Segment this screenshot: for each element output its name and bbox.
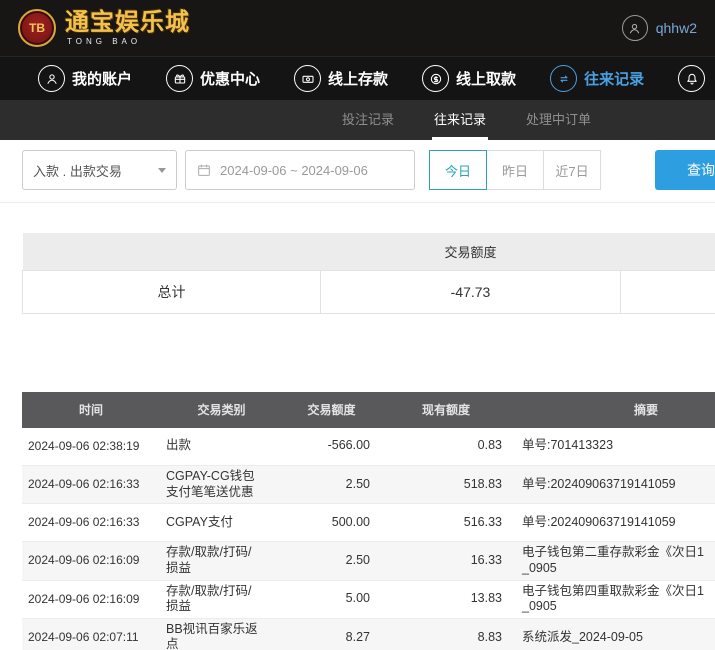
cell-type: CGPAY-CG钱包 支付笔笔送优惠: [160, 465, 283, 505]
nav-item-label: 优惠中心: [200, 71, 261, 88]
bell-icon: [678, 65, 706, 92]
cell-type: CGPAY支付: [160, 503, 283, 543]
table-row: 2024-09-06 02:16:09 存款/取款/打码/ 损益 2.50 16.33…: [22, 541, 715, 581]
cell-amount: 5.00: [283, 580, 380, 619]
summary-header-label: 交易额度: [320, 233, 621, 270]
search-button[interactable]: 查询: [655, 150, 715, 190]
user-icon: [38, 65, 65, 92]
quick-date-buttons: 今日 昨日 近7日: [429, 150, 601, 190]
selected-type-value: 入款 . 出款交易: [33, 163, 122, 179]
column-header: 交易额度: [283, 391, 380, 428]
column-header: 现有额度: [380, 391, 512, 428]
summary-header-spacer: [620, 233, 715, 270]
nav-item-label: 线上存款: [328, 71, 389, 88]
summary-header-row: 交易额度: [22, 233, 715, 270]
filter-bar: 入款 . 出款交易 2024-09-06 ~ 2024-09-06 今日 昨日 …: [0, 140, 715, 203]
user-avatar-icon: [621, 15, 648, 41]
sub-tabbar: 投注记录 往来记录 处理中订单: [0, 100, 715, 140]
cell-time: 2024-09-06 02:16:09: [22, 580, 160, 619]
cell-balance: 0.83: [380, 427, 512, 466]
cell-time: 2024-09-06 02:16:33: [22, 503, 160, 543]
column-header: 交易类别: [160, 391, 283, 428]
nav-item-notifications[interactable]: [678, 65, 712, 92]
deposit-icon: [294, 65, 322, 92]
table-row: 2024-09-06 02:16:33 CGPAY-CG钱包 支付笔笔送优惠 2.5…: [22, 465, 715, 505]
cell-amount: 8.27: [283, 618, 380, 650]
logo-badge: TB: [18, 9, 56, 47]
brand-title: 通宝娱乐城: [65, 8, 190, 36]
nav-item-online-deposit[interactable]: 线上存款: [294, 65, 388, 92]
cell-note: 单号:701413323: [512, 427, 715, 466]
nav-item-label: 往来记录: [584, 71, 645, 88]
cell-time: 2024-09-06 02:16:09: [22, 541, 160, 581]
cell-note: 系统派发_2024-09-05: [512, 618, 715, 650]
cell-balance: 518.83: [380, 465, 512, 505]
brand-logo[interactable]: TB 通宝娱乐城 TONG BAO: [18, 9, 190, 47]
chevron-down-icon: [158, 167, 166, 173]
table-row: 2024-09-06 02:16:33 CGPAY支付 500.00 516.33 单号…: [22, 503, 715, 543]
gift-icon: [166, 65, 194, 92]
cell-amount: 500.00: [283, 503, 380, 543]
cell-note: 电子钱包第四重取款彩金《次日1 _0905: [512, 580, 715, 619]
cell-note: 单号:202409063719141059: [512, 503, 715, 543]
nav-item-online-withdraw[interactable]: 线上取款: [422, 65, 516, 92]
summary-total-label: 总计: [22, 269, 321, 314]
nav-item-promo-center[interactable]: 优惠中心: [166, 65, 260, 92]
transaction-type-select[interactable]: 入款 . 出款交易: [22, 150, 177, 190]
date-range-input[interactable]: 2024-09-06 ~ 2024-09-06: [185, 150, 415, 190]
summary-empty-cell: [620, 269, 715, 314]
cell-note: 单号:202409063719141059: [512, 465, 715, 505]
cell-amount: 2.50: [283, 465, 380, 505]
today-button[interactable]: 今日: [429, 150, 487, 190]
logo-text: 通宝娱乐城 TONG BAO: [65, 8, 190, 46]
table-header-row: 时间 交易类别 交易额度 现有额度 摘要: [22, 391, 715, 428]
calendar-icon: [196, 162, 212, 178]
cell-time: 2024-09-06 02:16:33: [22, 465, 160, 505]
date-range-value: 2024-09-06 ~ 2024-09-06: [220, 162, 368, 178]
table-row: 2024-09-06 02:16:09 存款/取款/打码/ 损益 5.00 13.83…: [22, 580, 715, 619]
column-header: 摘要: [512, 391, 715, 428]
cell-time: 2024-09-06 02:38:19: [22, 427, 160, 466]
records-table: 时间 交易类别 交易额度 现有额度 摘要 2024-09-06 02:38:19 出款 -5…: [22, 391, 715, 650]
nav-item-my-account[interactable]: 我的账户: [38, 65, 132, 92]
main-nav: 我的账户 优惠中心 线上存款 线上取款 往来记录: [0, 56, 715, 100]
cell-type: 出款: [160, 427, 283, 466]
tab-pending-orders[interactable]: 处理中订单: [524, 100, 593, 140]
cell-type: BB视讯百家乐返 点: [160, 618, 283, 650]
records-icon: [550, 65, 578, 92]
nav-item-label: 线上取款: [456, 71, 517, 88]
summary-total-value: -47.73: [320, 269, 621, 314]
nav-item-transaction-records[interactable]: 往来记录: [550, 65, 644, 92]
cell-balance: 516.33: [380, 503, 512, 543]
user-menu[interactable]: qhhw2: [621, 15, 697, 41]
summary-header-spacer: [22, 233, 321, 270]
records-tbody: 2024-09-06 02:38:19 出款 -566.00 0.83 单号:70141…: [22, 427, 715, 650]
tab-bet-records[interactable]: 投注记录: [340, 100, 396, 140]
cell-balance: 13.83: [380, 580, 512, 619]
cell-balance: 16.33: [380, 541, 512, 581]
cell-time: 2024-09-06 02:07:11: [22, 618, 160, 650]
last7days-button[interactable]: 近7日: [543, 150, 601, 190]
column-header: 时间: [22, 391, 160, 428]
summary-total-row: 总计 -47.73: [22, 269, 715, 314]
brand-subtitle: TONG BAO: [67, 36, 142, 46]
cell-amount: 2.50: [283, 541, 380, 581]
username: qhhw2: [655, 20, 697, 36]
cell-type: 存款/取款/打码/ 损益: [160, 541, 283, 581]
tab-transaction-records[interactable]: 往来记录: [432, 100, 489, 140]
cell-type: 存款/取款/打码/ 损益: [160, 580, 283, 619]
cell-balance: 8.83: [380, 618, 512, 650]
cell-amount: -566.00: [283, 427, 380, 466]
withdraw-icon: [422, 65, 450, 92]
cell-note: 电子钱包第二重存款彩金《次日1 _0905: [512, 541, 715, 581]
nav-item-label: 我的账户: [72, 71, 133, 88]
yesterday-button[interactable]: 昨日: [486, 150, 544, 190]
topbar: TB 通宝娱乐城 TONG BAO qhhw2: [0, 0, 715, 56]
table-row: 2024-09-06 02:07:11 BB视讯百家乐返 点 8.27 8.83 系统派…: [22, 618, 715, 650]
summary-table: 交易额度 总计 -47.73: [22, 233, 715, 314]
table-row: 2024-09-06 02:38:19 出款 -566.00 0.83 单号:70141…: [22, 427, 715, 466]
